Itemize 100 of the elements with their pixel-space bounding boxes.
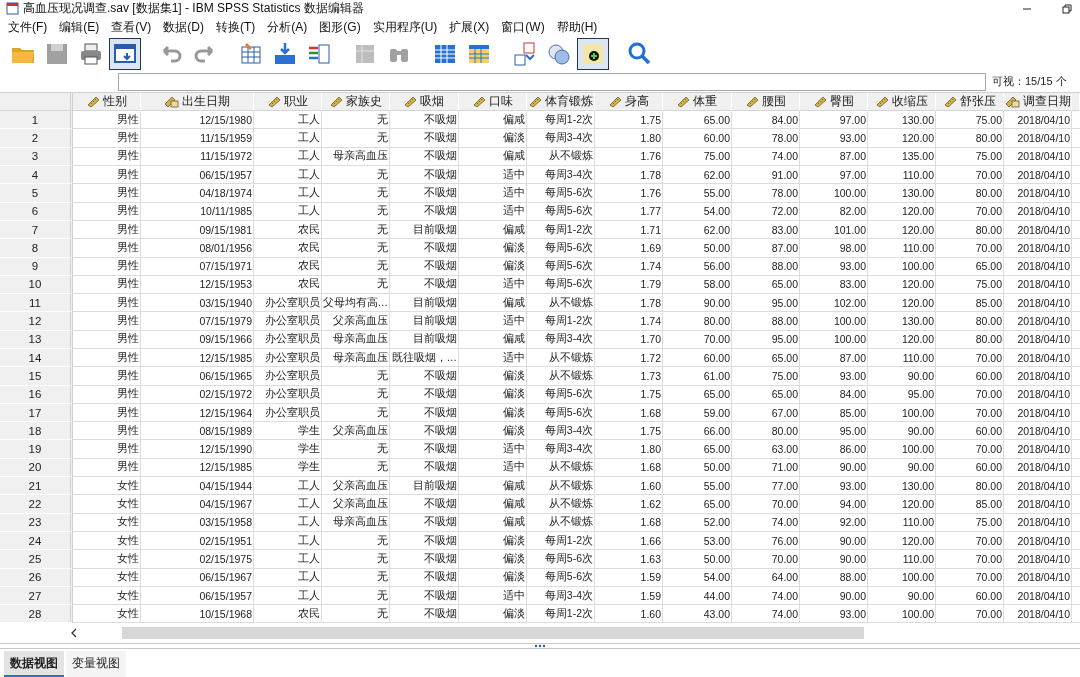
table-cell[interactable]: 63.00 xyxy=(732,440,800,459)
table-cell[interactable]: 95.00 xyxy=(732,330,800,349)
table-cell[interactable]: 50.00 xyxy=(663,458,732,478)
table-cell[interactable]: 110.00 xyxy=(868,166,936,185)
table-cell[interactable]: 90.00 xyxy=(800,458,868,478)
table-cell[interactable]: 80.00 xyxy=(936,330,1004,349)
table-cell[interactable]: 93.00 xyxy=(800,477,868,496)
table-cell[interactable]: 从不锻炼 xyxy=(527,367,595,386)
table-cell[interactable]: 无 xyxy=(322,239,390,258)
table-cell[interactable]: 87.00 xyxy=(800,147,868,167)
table-cell[interactable]: 1.60 xyxy=(595,605,663,624)
table-cell[interactable]: 母亲高血压 xyxy=(322,349,390,368)
table-cell[interactable]: 农民 xyxy=(254,275,322,295)
table-cell[interactable]: 80.00 xyxy=(936,477,1004,496)
column-header[interactable]: 出生日期 xyxy=(141,92,254,112)
table-cell[interactable]: 70.00 xyxy=(936,239,1004,258)
table-cell[interactable]: 110.00 xyxy=(868,349,936,368)
table-cell[interactable]: 97.00 xyxy=(800,166,868,185)
table-cell[interactable]: 工人 xyxy=(254,111,322,130)
row-number[interactable]: 5 xyxy=(0,184,73,203)
table-cell[interactable]: 2018/04/10 xyxy=(1004,385,1072,404)
table-cell[interactable]: 100.00 xyxy=(868,257,936,276)
table-cell[interactable]: 60.00 xyxy=(663,349,732,368)
column-header[interactable]: 腰围 xyxy=(732,92,800,112)
table-cell[interactable]: 65.00 xyxy=(732,349,800,368)
table-cell[interactable]: 80.00 xyxy=(936,220,1004,240)
table-cell[interactable]: 无 xyxy=(322,275,390,295)
table-cell[interactable]: 女性 xyxy=(73,495,141,514)
table-cell[interactable]: 87.00 xyxy=(800,349,868,368)
table-cell[interactable]: 偏淡 xyxy=(459,531,527,551)
table-cell[interactable]: 工人 xyxy=(254,531,322,551)
table-cell[interactable]: 75.00 xyxy=(663,147,732,167)
menu-item[interactable]: 查看(V) xyxy=(106,18,157,36)
table-cell[interactable]: 男性 xyxy=(73,349,141,368)
row-number[interactable]: 11 xyxy=(0,294,73,313)
table-cell[interactable]: 农民 xyxy=(254,257,322,276)
table-cell[interactable]: 2018/04/10 xyxy=(1004,458,1072,478)
toolbar-button[interactable] xyxy=(577,38,609,71)
table-cell[interactable]: 男性 xyxy=(73,312,141,331)
table-cell[interactable]: 93.00 xyxy=(800,129,868,148)
table-cell[interactable]: 适中 xyxy=(459,349,527,368)
table-cell[interactable]: 12/15/1985 xyxy=(141,349,254,368)
table-cell[interactable]: 90.00 xyxy=(868,367,936,386)
table-cell[interactable]: 无 xyxy=(322,403,390,423)
table-cell[interactable]: 70.00 xyxy=(663,330,732,349)
table-cell[interactable]: 110.00 xyxy=(868,550,936,569)
table-cell[interactable]: 男性 xyxy=(73,202,141,221)
table-cell[interactable]: 男性 xyxy=(73,275,141,295)
table-cell[interactable]: 90.00 xyxy=(800,531,868,551)
table-cell[interactable]: 84.00 xyxy=(800,385,868,404)
table-cell[interactable]: 办公室职员 xyxy=(254,312,322,331)
table-cell[interactable]: 1.76 xyxy=(595,184,663,203)
table-cell[interactable]: 不吸烟 xyxy=(390,531,459,551)
table-cell[interactable]: 130.00 xyxy=(868,111,936,130)
table-cell[interactable]: 工人 xyxy=(254,166,322,185)
table-cell[interactable]: 每周5-6次 xyxy=(527,202,595,221)
table-cell[interactable]: 53.00 xyxy=(663,531,732,551)
table-cell[interactable]: 08/01/1956 xyxy=(141,239,254,258)
table-cell[interactable]: 70.00 xyxy=(936,202,1004,221)
table-cell[interactable]: 78.00 xyxy=(732,129,800,148)
table-cell[interactable]: 12/15/1985 xyxy=(141,458,254,478)
column-header[interactable]: 口味 xyxy=(459,92,527,112)
table-cell[interactable]: 工人 xyxy=(254,495,322,514)
table-cell[interactable]: 男性 xyxy=(73,294,141,313)
table-cell[interactable]: 男性 xyxy=(73,403,141,423)
table-cell[interactable]: 2018/04/10 xyxy=(1004,605,1072,624)
column-header[interactable]: 身高 xyxy=(595,92,663,112)
table-cell[interactable]: 75.00 xyxy=(732,367,800,386)
table-cell[interactable]: 12/15/1990 xyxy=(141,440,254,459)
table-cell[interactable]: 1.78 xyxy=(595,294,663,313)
table-cell[interactable]: 55.00 xyxy=(663,184,732,203)
table-cell[interactable]: 无 xyxy=(322,568,390,587)
table-cell[interactable]: 04/18/1974 xyxy=(141,184,254,203)
table-cell[interactable]: 07/15/1971 xyxy=(141,257,254,276)
table-cell[interactable]: 90.00 xyxy=(800,550,868,569)
table-cell[interactable]: 75.00 xyxy=(936,275,1004,295)
row-number[interactable]: 21 xyxy=(0,477,73,496)
table-cell[interactable]: 适中 xyxy=(459,166,527,185)
table-cell[interactable]: 2018/04/10 xyxy=(1004,531,1072,551)
table-cell[interactable]: 1.69 xyxy=(595,239,663,258)
table-cell[interactable]: 130.00 xyxy=(868,312,936,331)
table-cell[interactable]: 每周3-4次 xyxy=(527,422,595,441)
table-cell[interactable]: 04/15/1967 xyxy=(141,495,254,514)
table-cell[interactable]: 女性 xyxy=(73,586,141,606)
table-cell[interactable]: 1.66 xyxy=(595,531,663,551)
table-cell[interactable]: 2018/04/10 xyxy=(1004,367,1072,386)
table-cell[interactable]: 适中 xyxy=(459,586,527,606)
table-cell[interactable]: 75.00 xyxy=(936,513,1004,532)
table-cell[interactable]: 无 xyxy=(322,166,390,185)
table-cell[interactable]: 50.00 xyxy=(663,550,732,569)
menu-item[interactable]: 扩展(X) xyxy=(444,18,495,36)
table-cell[interactable]: 偏咸 xyxy=(459,330,527,349)
table-cell[interactable]: 无 xyxy=(322,531,390,551)
table-cell[interactable]: 不吸烟 xyxy=(390,367,459,386)
table-cell[interactable]: 无 xyxy=(322,184,390,203)
table-cell[interactable]: 11/15/1959 xyxy=(141,129,254,148)
table-cell[interactable]: 每周5-6次 xyxy=(527,385,595,404)
table-cell[interactable]: 目前吸烟 xyxy=(390,477,459,496)
table-cell[interactable]: 100.00 xyxy=(868,403,936,423)
table-cell[interactable]: 90.00 xyxy=(663,294,732,313)
